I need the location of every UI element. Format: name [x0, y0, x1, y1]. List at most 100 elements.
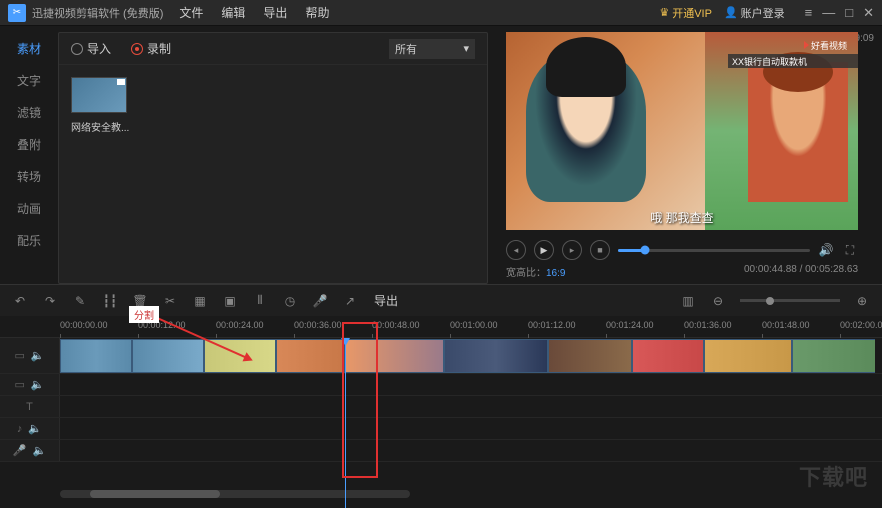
minimize-icon[interactable]: ― [822, 5, 835, 21]
video-clips [60, 338, 875, 374]
close-icon[interactable]: ✕ [863, 5, 874, 21]
tab-media[interactable]: 素材 [0, 32, 58, 64]
clip[interactable] [704, 339, 792, 373]
ruler-tick: 00:01:48.00 [762, 320, 810, 330]
import-icon [71, 43, 83, 55]
zoom-in-button[interactable]: ⊕ [854, 293, 870, 309]
app-logo-icon: ✂ [8, 4, 26, 22]
menu-icon[interactable]: ≡ [805, 5, 813, 21]
clip[interactable] [444, 339, 548, 373]
music-track-icon: ♪ [17, 423, 23, 435]
mute-icon[interactable]: 🔈 [31, 378, 45, 391]
zoom-slider[interactable] [740, 299, 840, 302]
tab-music[interactable]: 配乐 [0, 224, 58, 256]
video-preview[interactable]: 好看视频 XX银行自动取款机 哦 那我查查 [506, 32, 858, 230]
undo-button[interactable]: ↶ [12, 293, 28, 309]
aspect-ratio-value[interactable]: 16:9 [546, 268, 565, 279]
volume-icon[interactable]: 🔊 [818, 242, 834, 258]
media-item-name: 网络安全教... [71, 119, 131, 134]
timeline-scrollbar[interactable] [60, 490, 410, 498]
menu-edit[interactable]: 编辑 [221, 4, 245, 21]
ruler-tick: 00:01:36.00 [684, 320, 732, 330]
stop-button[interactable]: ■ [590, 240, 610, 260]
video-track-icon: ▭ [14, 349, 24, 362]
media-panel: 导入 录制 所有▾ 网络安全教... [58, 32, 488, 284]
import-button[interactable]: 导入 [71, 40, 111, 57]
clip[interactable] [632, 339, 704, 373]
ruler-tick: 00:01:24.00 [606, 320, 654, 330]
next-frame-button[interactable]: ▸ [562, 240, 582, 260]
menu-help[interactable]: 帮助 [305, 4, 329, 21]
fullscreen-icon[interactable]: ⛶ [842, 242, 858, 258]
play-button[interactable]: ▶ [534, 240, 554, 260]
ruler-tick: 00:00:00.00 [60, 320, 108, 330]
ruler-tick: 00:01:00.00 [450, 320, 498, 330]
playhead[interactable] [345, 338, 346, 508]
clip[interactable] [344, 339, 444, 373]
video-watermark-logo: 好看视频 [804, 38, 852, 52]
split-button[interactable]: ┇┇ [102, 293, 118, 309]
clip[interactable] [204, 339, 276, 373]
tab-overlay[interactable]: 叠附 [0, 128, 58, 160]
voice-track[interactable]: 🎤🔈 [0, 440, 882, 462]
crop-button[interactable]: ✂ [162, 293, 178, 309]
clip[interactable] [60, 339, 132, 373]
speed-button[interactable]: ⫴ [252, 293, 268, 309]
mute-icon[interactable]: 🔈 [33, 444, 47, 457]
record-icon [131, 43, 143, 55]
main-menu: 文件 编辑 导出 帮助 [179, 4, 329, 21]
pip-track-icon: ▭ [14, 378, 24, 391]
progress-bar[interactable] [618, 249, 810, 252]
text-track[interactable]: T [0, 396, 882, 418]
user-icon: 👤 [724, 6, 738, 19]
preview-panel: 好看视频 XX银行自动取款机 哦 那我查查 ◂ ▶ ▸ ■ 🔊 ⛶ 宽高比：16… [488, 26, 882, 284]
clip[interactable] [792, 339, 875, 373]
page-watermark: 下载吧 [799, 460, 868, 492]
redo-button[interactable]: ↷ [42, 293, 58, 309]
menu-export[interactable]: 导出 [263, 4, 287, 21]
voice-track-icon: 🎤 [13, 444, 27, 457]
thumbnails-toggle-button[interactable]: ▥ [680, 293, 696, 309]
timeline: 00:00:00.00 00:00:12.00 00:00:24.00 00:0… [0, 316, 882, 500]
prev-frame-button[interactable]: ◂ [506, 240, 526, 260]
time-current: 00:00:44.88 [744, 264, 797, 275]
ruler-tick: 00:01:12.00 [528, 320, 576, 330]
music-track[interactable]: ♪🔈 [0, 418, 882, 440]
export-clip-button[interactable]: ↗ [342, 293, 358, 309]
export-label[interactable]: 导出 [374, 292, 398, 309]
media-filter-select[interactable]: 所有▾ [389, 39, 475, 59]
time-total: 00:05:28.63 [805, 264, 858, 275]
mute-icon[interactable]: 🔈 [28, 422, 42, 435]
voiceover-button[interactable]: 🎤 [312, 293, 328, 309]
ruler-tick: 00:00:24.00 [216, 320, 264, 330]
clip[interactable] [548, 339, 632, 373]
record-button[interactable]: 录制 [131, 40, 171, 57]
tab-transition[interactable]: 转场 [0, 160, 58, 192]
clip[interactable] [276, 339, 344, 373]
pip-track[interactable]: ▭🔈 [0, 374, 882, 396]
media-thumbnail [71, 77, 127, 113]
vip-button[interactable]: ♛开通VIP [659, 5, 712, 21]
side-tabs: 素材 文字 滤镜 叠附 转场 动画 配乐 [0, 26, 58, 284]
tab-text[interactable]: 文字 [0, 64, 58, 96]
ruler-tick: 00:00:36.00 [294, 320, 342, 330]
edit-button[interactable]: ✎ [72, 293, 88, 309]
media-item[interactable]: 网络安全教... [71, 77, 131, 134]
freeze-button[interactable]: ▣ [222, 293, 238, 309]
titlebar: ✂ 迅捷视频剪辑软件 (免费版) 文件 编辑 导出 帮助 ♛开通VIP 👤账户登… [0, 0, 882, 26]
text-track-icon: T [26, 401, 33, 413]
mute-icon[interactable]: 🔈 [31, 349, 45, 362]
clip[interactable] [132, 339, 204, 373]
ruler-tick: 00:02:00.00 [840, 320, 882, 330]
video-subtitle: 哦 那我查查 [650, 209, 713, 226]
tab-animation[interactable]: 动画 [0, 192, 58, 224]
mosaic-button[interactable]: ▦ [192, 293, 208, 309]
login-button[interactable]: 👤账户登录 [724, 5, 785, 21]
menu-file[interactable]: 文件 [179, 4, 203, 21]
duration-button[interactable]: ◷ [282, 293, 298, 309]
maximize-icon[interactable]: □ [845, 5, 853, 21]
video-banner: XX银行自动取款机 [728, 54, 858, 68]
split-tooltip: 分割 [129, 306, 159, 323]
tab-filter[interactable]: 滤镜 [0, 96, 58, 128]
zoom-out-button[interactable]: ⊖ [710, 293, 726, 309]
